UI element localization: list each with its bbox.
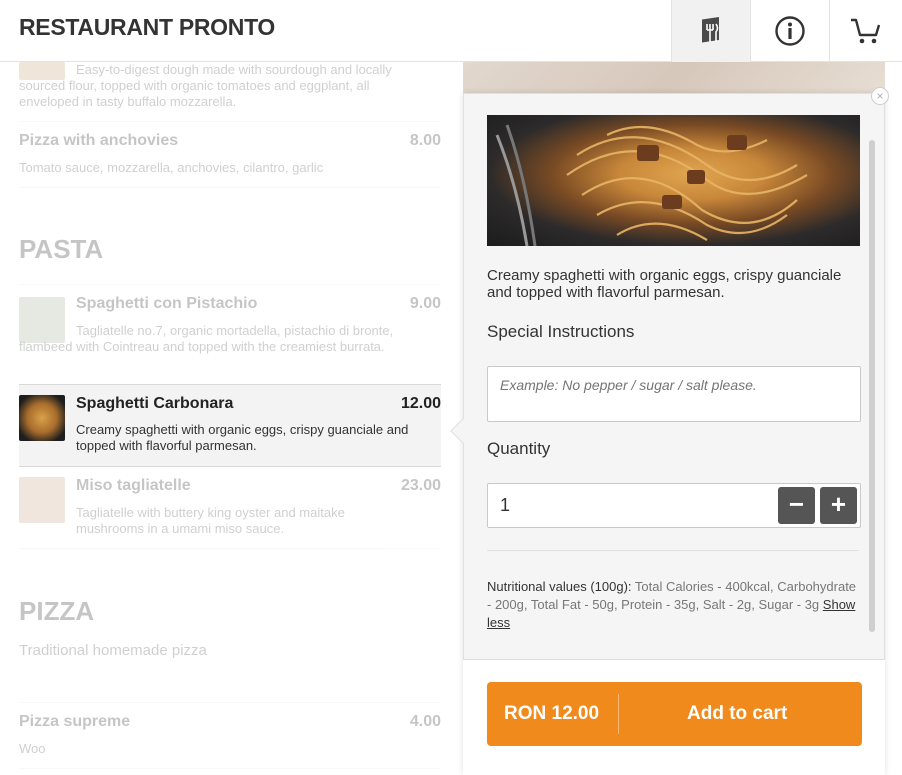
item-description: Woo: [19, 741, 46, 756]
special-instructions-field[interactable]: [487, 366, 861, 422]
item-description: Tagliatelle no.7, organic mortadella, pi…: [19, 323, 394, 354]
increment-button[interactable]: +: [820, 487, 857, 524]
item-name: Pizza with anchovies: [19, 132, 179, 149]
special-instructions-input[interactable]: [488, 367, 860, 421]
item-description: Tomato sauce, mozzarella, anchovies, cil…: [19, 160, 324, 175]
menu-button[interactable]: [671, 0, 750, 62]
cart-price: RON 12.00: [504, 703, 600, 724]
spaghetti-image: [495, 124, 808, 246]
dish-description: Creamy spaghetti with organic eggs, cris…: [487, 267, 842, 301]
restaurant-title: RESTAURANT PRONTO: [19, 14, 275, 40]
section-subtitle-pizza: Traditional homemade pizza: [19, 642, 207, 659]
section-title-pasta: PASTA: [19, 234, 104, 264]
item-price: 8.00: [409, 132, 441, 149]
header: RESTAURANT PRONTO: [0, 0, 902, 62]
item-price: 4.00: [409, 713, 441, 730]
item-description: Tagliatelle with buttery king oyster and…: [76, 505, 345, 536]
quantity-input[interactable]: [488, 484, 768, 527]
item-name: Miso tagliatelle: [76, 477, 191, 494]
nutritional-values: Nutritional values (100g): Total Calorie…: [487, 578, 862, 632]
item-thumbnail: [19, 477, 65, 523]
list-item-supreme[interactable]: Pizza supreme 4.00 Woo: [19, 703, 441, 769]
list-item-miso[interactable]: Miso tagliatelle 23.00 Tagliatelle with …: [19, 467, 441, 549]
item-price: 12.00: [400, 395, 441, 412]
panel-scrollbar[interactable]: [869, 140, 875, 632]
info-button[interactable]: [750, 0, 829, 62]
list-item[interactable]: Easy-to-digest dough made with sourdough…: [19, 62, 441, 122]
cart-icon: [851, 18, 881, 44]
list-item-anchovies[interactable]: Pizza with anchovies 8.00 Tomato sauce, …: [19, 122, 441, 188]
item-price: 23.00: [400, 477, 441, 494]
item-name: Spaghetti con Pistachio: [76, 295, 258, 312]
list-item-pistachio[interactable]: Spaghetti con Pistachio 9.00 Tagliatelle…: [19, 285, 441, 384]
add-to-cart-button[interactable]: RON 12.00 Add to cart: [487, 682, 862, 746]
section-title-pizza: PIZZA: [19, 596, 95, 626]
item-description: Creamy spaghetti with organic eggs, cris…: [76, 422, 409, 453]
item-name: Spaghetti Carbonara: [76, 395, 234, 412]
list-item-carbonara-selected[interactable]: Spaghetti Carbonara 12.00 Creamy spaghet…: [19, 384, 441, 467]
special-instructions-label: Special Instructions: [487, 322, 635, 341]
add-to-cart-label: Add to cart: [687, 703, 788, 724]
menu-icon: [702, 17, 719, 43]
divider: [487, 550, 859, 551]
menu-list: Easy-to-digest dough made with sourdough…: [0, 62, 462, 775]
divider: [618, 694, 619, 734]
item-name: Pizza supreme: [19, 713, 131, 730]
decrement-button[interactable]: −: [778, 487, 815, 524]
dish-image: [487, 115, 860, 246]
item-description: Easy-to-digest dough made with sourdough…: [19, 62, 392, 109]
quantity-stepper: − +: [487, 483, 861, 528]
quantity-label: Quantity: [487, 439, 551, 458]
nutrition-label: Nutritional values (100g):: [487, 579, 632, 594]
item-price: 9.00: [409, 295, 441, 312]
item-thumbnail: [19, 395, 65, 441]
close-button[interactable]: ×: [871, 87, 889, 105]
cart-button[interactable]: [829, 0, 902, 62]
info-icon: [775, 16, 805, 46]
